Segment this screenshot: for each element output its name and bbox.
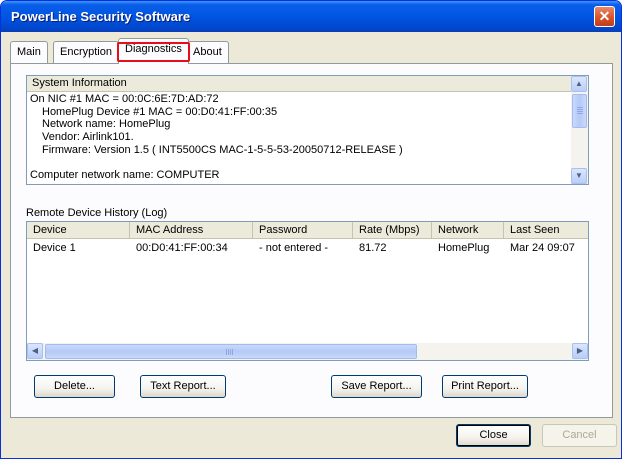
window-close-button[interactable]: ✕: [594, 6, 615, 27]
system-info-line: On NIC #1 MAC = 00:0C:6E:7D:AD:72: [30, 93, 219, 105]
app-window: PowerLine Security Software ✕ Main Encry…: [0, 0, 622, 459]
scroll-thumb[interactable]: [572, 94, 587, 128]
cell-rate: 81.72: [359, 242, 387, 254]
cell-password: - not entered -: [259, 242, 329, 254]
system-info-line: [30, 156, 568, 169]
column-header-network[interactable]: Network: [432, 222, 504, 238]
tab-encryption[interactable]: Encryption: [53, 41, 119, 63]
delete-button[interactable]: Delete...: [34, 375, 115, 398]
cell-mac: 00:D0:41:FF:00:34: [136, 242, 228, 254]
remote-history-label: Remote Device History (Log): [26, 207, 168, 219]
system-info-line: Computer network name: COMPUTER: [30, 169, 220, 182]
cell-device: Device 1: [33, 242, 76, 254]
tab-diagnostics[interactable]: Diagnostics: [117, 38, 190, 64]
system-info-scrollbar[interactable]: ▲ ▼: [571, 76, 588, 184]
cancel-button[interactable]: Cancel: [542, 424, 617, 447]
column-header-last-seen[interactable]: Last Seen: [504, 222, 588, 238]
system-info-line: Vendor: Airlink101.: [42, 131, 134, 144]
list-horizontal-scrollbar[interactable]: ◀ ▶: [27, 343, 588, 360]
scroll-thumb[interactable]: [45, 344, 417, 359]
column-header-device[interactable]: Device: [27, 222, 130, 238]
close-button[interactable]: Close: [456, 424, 531, 447]
system-info-line: HomePlug Device #1 MAC = 00:D0:41:FF:00:…: [42, 105, 278, 118]
system-info-line: Network name: HomePlug: [42, 118, 171, 131]
cell-network: HomePlug: [438, 242, 490, 254]
scroll-left-icon[interactable]: ◀: [27, 343, 43, 359]
tab-about[interactable]: About: [186, 41, 229, 63]
scroll-down-icon[interactable]: ▼: [571, 168, 587, 184]
tab-main[interactable]: Main: [10, 41, 48, 63]
save-report-button[interactable]: Save Report...: [331, 375, 422, 398]
system-info-header: System Information: [27, 76, 571, 92]
cell-last-seen: Mar 24 09:07: [510, 242, 575, 254]
title-bar[interactable]: PowerLine Security Software ✕: [1, 1, 621, 32]
print-report-button[interactable]: Print Report...: [442, 375, 528, 398]
column-header-password[interactable]: Password: [253, 222, 353, 238]
list-column-headers: Device MAC Address Password Rate (Mbps) …: [27, 222, 588, 239]
remote-device-list[interactable]: Device MAC Address Password Rate (Mbps) …: [26, 221, 589, 361]
column-header-rate[interactable]: Rate (Mbps): [353, 222, 432, 238]
scroll-up-icon[interactable]: ▲: [571, 76, 587, 92]
text-report-button[interactable]: Text Report...: [140, 375, 226, 398]
scroll-right-icon[interactable]: ▶: [572, 343, 588, 359]
system-info-lines: On NIC #1 MAC = 00:0C:6E:7D:AD:72 HomePl…: [30, 93, 568, 182]
window-title: PowerLine Security Software: [11, 9, 191, 24]
column-header-mac[interactable]: MAC Address: [130, 222, 253, 238]
tab-focus-ring: [117, 42, 190, 62]
system-info-box[interactable]: System Information On NIC #1 MAC = 00:0C…: [26, 75, 589, 185]
system-info-line: Firmware: Version 1.5 ( INT5500CS MAC-1-…: [42, 143, 403, 156]
table-row[interactable]: Device 1 00:D0:41:FF:00:34 - not entered…: [27, 241, 588, 255]
